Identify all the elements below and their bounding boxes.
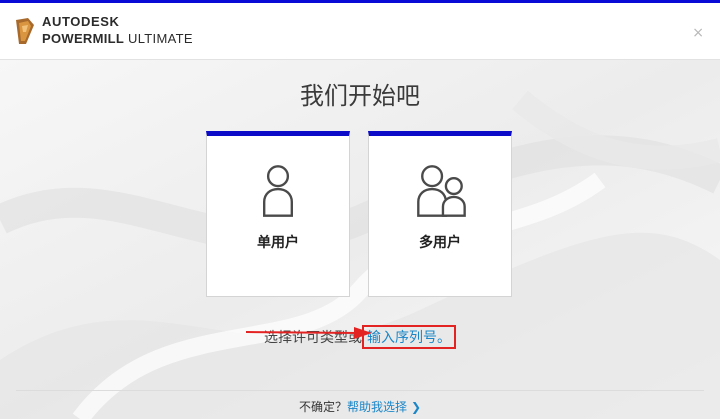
installer-window: AUTODESK POWERMILL ULTIMATE × 我们开始吧 单用户 [0,0,720,419]
footer-question: 不确定？ [298,400,347,414]
footer: 不确定？帮助我选择 ❯ [0,398,720,415]
enter-serial-link[interactable]: 输入序列号。 [362,325,456,349]
multi-user-card[interactable]: 多用户 [368,131,512,297]
autodesk-logo-icon [16,18,34,44]
page-title: 我们开始吧 [300,82,420,110]
background-artwork [0,60,720,419]
header-bar: AUTODESK POWERMILL ULTIMATE × [0,3,720,60]
footer-divider [16,390,704,391]
brand-product-bold: POWERMILL [42,31,125,46]
single-user-card[interactable]: 单用户 [206,131,350,297]
close-button[interactable]: × [692,25,704,41]
single-user-label: 单用户 [257,235,299,251]
multi-user-label: 多用户 [419,235,461,251]
multi-user-icon [417,165,466,217]
chevron-right-icon[interactable]: ❯ [411,400,421,414]
annotation-arrow-icon [246,327,372,339]
brand-autodesk: AUTODESK [42,14,120,29]
brand-product: POWERMILL ULTIMATE [42,31,193,46]
brand-product-edition: ULTIMATE [124,31,193,46]
help-me-choose-link[interactable]: 帮助我选择 [347,400,407,414]
single-user-icon [263,165,293,217]
